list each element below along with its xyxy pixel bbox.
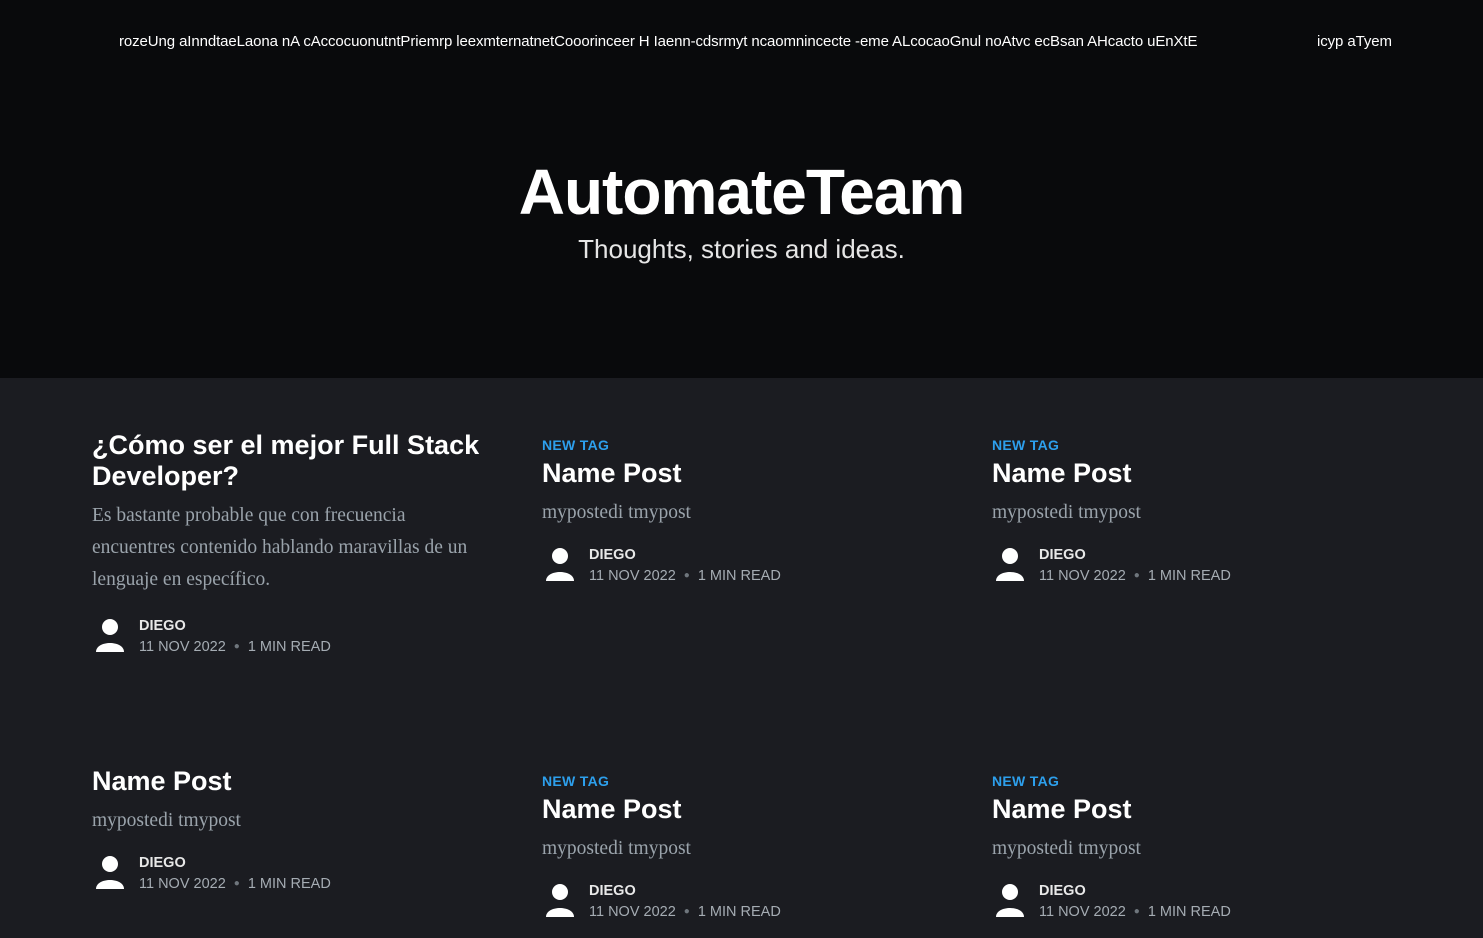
meta-separator: ●	[683, 906, 690, 917]
post-excerpt: mypostedi tmypost	[542, 838, 691, 859]
post-feed: ¿Cómo ser el mejor Full Stack Developer?…	[0, 378, 1483, 938]
post-excerpt: Es bastante probable que con frecuencia …	[92, 505, 468, 590]
meta-separator: ●	[1133, 906, 1140, 917]
post-excerpt: mypostedi tmypost	[92, 810, 241, 831]
post-title[interactable]: Name Post	[992, 794, 1382, 825]
avatar-icon[interactable]	[544, 547, 576, 583]
post-excerpt: mypostedi tmypost	[542, 502, 691, 523]
post-card[interactable]: NEW TAG Name Post mypostedi tmypost DIEG…	[542, 772, 932, 925]
post-read-time: 1 MIN READ	[697, 904, 781, 920]
site-title[interactable]: AutomateTeam	[0, 152, 1483, 232]
meta-separator: ●	[233, 878, 240, 889]
post-date: 11 NOV 2022	[1039, 568, 1126, 584]
post-title[interactable]: Name Post	[542, 458, 932, 489]
post-read-time: 1 MIN READ	[247, 876, 331, 892]
post-date: 11 NOV 2022	[589, 568, 676, 584]
post-title[interactable]: ¿Cómo ser el mejor Full Stack Developer?	[92, 430, 482, 492]
post-title[interactable]: Name Post	[542, 794, 932, 825]
nav-links[interactable]: rozeUng aInndtaeLaona nA cAccocuonutntPr…	[119, 31, 1287, 53]
post-title[interactable]: Name Post	[992, 458, 1382, 489]
post-tag[interactable]: NEW TAG	[992, 436, 1382, 454]
post-author[interactable]: DIEGO	[589, 545, 781, 565]
meta-separator: ●	[683, 570, 690, 581]
post-tag[interactable]: NEW TAG	[542, 436, 932, 454]
post-meta: DIEGO 11 NOV 2022 ● 1 MIN READ	[992, 545, 1382, 589]
post-meta: DIEGO 11 NOV 2022 ● 1 MIN READ	[542, 881, 932, 925]
post-meta: DIEGO 11 NOV 2022 ● 1 MIN READ	[542, 545, 932, 589]
meta-separator: ●	[1133, 570, 1140, 581]
nav-more-link[interactable]: icyp aTyem	[1317, 31, 1392, 53]
post-read-time: 1 MIN READ	[697, 568, 781, 584]
post-meta: DIEGO 11 NOV 2022 ● 1 MIN READ	[92, 853, 482, 897]
avatar-icon[interactable]	[94, 855, 126, 891]
post-read-time: 1 MIN READ	[247, 639, 331, 655]
site-header: rozeUng aInndtaeLaona nA cAccocuonutntPr…	[0, 0, 1483, 378]
post-meta: DIEGO 11 NOV 2022 ● 1 MIN READ	[992, 881, 1382, 925]
meta-separator: ●	[233, 641, 240, 652]
post-card[interactable]: NEW TAG Name Post mypostedi tmypost DIEG…	[542, 436, 932, 589]
post-author[interactable]: DIEGO	[139, 616, 331, 636]
primary-navigation[interactable]: rozeUng aInndtaeLaona nA cAccocuonutntPr…	[119, 31, 1392, 53]
post-date: 11 NOV 2022	[139, 639, 226, 655]
post-author[interactable]: DIEGO	[589, 881, 781, 901]
post-date: 11 NOV 2022	[139, 876, 226, 892]
post-title[interactable]: Name Post	[92, 766, 482, 797]
post-author[interactable]: DIEGO	[1039, 545, 1231, 565]
post-meta: DIEGO 11 NOV 2022 ● 1 MIN READ	[92, 616, 482, 660]
avatar-icon[interactable]	[94, 618, 126, 654]
post-tag[interactable]: NEW TAG	[542, 772, 932, 790]
post-date: 11 NOV 2022	[589, 904, 676, 920]
post-date: 11 NOV 2022	[1039, 904, 1126, 920]
post-excerpt: mypostedi tmypost	[992, 502, 1141, 523]
avatar-icon[interactable]	[994, 883, 1026, 919]
post-read-time: 1 MIN READ	[1147, 568, 1231, 584]
post-card[interactable]: NEW TAG Name Post mypostedi tmypost DIEG…	[992, 772, 1382, 925]
post-author[interactable]: DIEGO	[1039, 881, 1231, 901]
avatar-icon[interactable]	[994, 547, 1026, 583]
site-description: Thoughts, stories and ideas.	[578, 234, 905, 264]
post-card[interactable]: ¿Cómo ser el mejor Full Stack Developer?…	[92, 430, 482, 660]
post-read-time: 1 MIN READ	[1147, 904, 1231, 920]
post-card[interactable]: Name Post mypostedi tmypost DIEGO 11 NOV…	[92, 766, 482, 897]
post-author[interactable]: DIEGO	[139, 853, 331, 873]
avatar-icon[interactable]	[544, 883, 576, 919]
post-card[interactable]: NEW TAG Name Post mypostedi tmypost DIEG…	[992, 436, 1382, 589]
post-excerpt: mypostedi tmypost	[992, 838, 1141, 859]
post-tag[interactable]: NEW TAG	[992, 772, 1382, 790]
